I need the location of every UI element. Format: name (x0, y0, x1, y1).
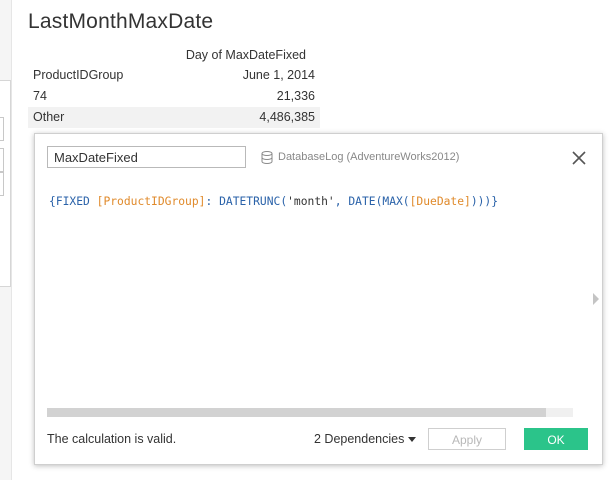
column-header[interactable]: Day of MaxDateFixed (186, 48, 306, 62)
row-value: 21,336 (276, 89, 315, 103)
formula-editor[interactable]: {FIXED [ProductIDGroup]: DATETRUNC ( 'mont… (49, 195, 498, 208)
calculation-name-input[interactable] (47, 146, 246, 168)
row-header-label[interactable]: ProductIDGroup (33, 65, 123, 86)
formula-fn-date: DATE (348, 195, 376, 208)
ok-button[interactable]: OK (524, 428, 588, 450)
row-header-value[interactable]: June 1, 2014 (243, 65, 315, 86)
formula-keyword-fixed: FIXED (55, 195, 90, 208)
database-icon (261, 151, 273, 164)
formula-colon: : (205, 195, 213, 208)
left-panel-control[interactable] (0, 117, 4, 141)
formula-comma: , (334, 195, 342, 208)
formula-field-due-date: [DueDate] (409, 195, 471, 208)
chevron-right-icon[interactable] (592, 293, 600, 305)
dependencies-label: 2 Dependencies (314, 432, 405, 446)
table-row[interactable]: Other 4,486,385 (28, 107, 320, 128)
datasource-label: DatabaseLog (AdventureWorks2012) (278, 151, 460, 163)
table-row[interactable]: 74 21,336 (28, 86, 320, 108)
formula-fn-max: MAX (382, 195, 403, 208)
formula-open-paren: ( (402, 195, 410, 208)
row-group: Other (33, 110, 65, 124)
left-panel-control[interactable] (0, 172, 4, 196)
apply-button[interactable]: Apply (428, 428, 506, 450)
left-panel-control[interactable] (0, 148, 4, 172)
formula-field-product-group: [ProductIDGroup] (96, 195, 206, 208)
horizontal-scrollbar[interactable] (47, 408, 573, 417)
sheet-title: LastMonthMaxDate (28, 10, 214, 33)
formula-fn-datetrunc: DATETRUNC (219, 195, 281, 208)
caret-down-icon (408, 437, 417, 443)
validation-status: The calculation is valid. (47, 432, 177, 446)
close-icon[interactable] (571, 150, 587, 166)
calculation-editor-dialog: DatabaseLog (AdventureWorks2012) {FIXED … (34, 133, 603, 465)
header-row: ProductIDGroup June 1, 2014 (28, 65, 320, 87)
dependencies-dropdown[interactable]: 2 Dependencies (314, 432, 417, 446)
row-group: 74 (33, 89, 47, 103)
scrollbar-thumb[interactable] (47, 408, 546, 417)
formula-open-brace: { (49, 195, 56, 208)
formula-close-parens: )))} (470, 195, 499, 208)
formula-arg-month: 'month' (287, 195, 335, 208)
row-value: 4,486,385 (259, 110, 315, 124)
